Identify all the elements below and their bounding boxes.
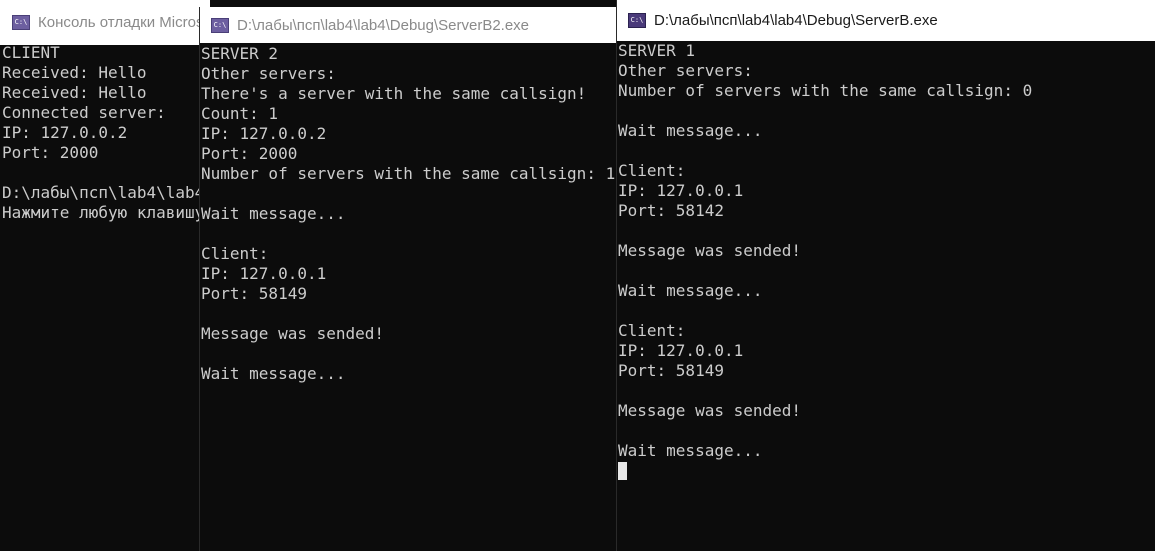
console-line: There's a server with the same callsign! [201, 84, 587, 103]
console-app-icon: C:\ [628, 13, 646, 28]
console-line: Client: [618, 161, 686, 180]
console-line: Connected server: [2, 103, 166, 122]
server1-console-window[interactable]: C:\ D:\лабы\псп\lab4\lab4\Debug\ServerB.… [616, 0, 1155, 551]
console-line: Client: [201, 244, 269, 263]
console-line: Message was sended! [618, 401, 802, 420]
console-line: Нажмите любую клавишу, [2, 203, 210, 222]
console-line: IP: 127.0.0.1 [618, 181, 744, 200]
window-border [616, 0, 617, 551]
console-line: Number of servers with the same callsign… [618, 81, 1033, 100]
console-line: Client: [618, 321, 686, 340]
console-line: Port: 58142 [618, 201, 724, 220]
console-line: Other servers: [201, 64, 336, 83]
console-line: Port: 58149 [201, 284, 307, 303]
server2-titlebar[interactable]: C:\ D:\лабы\псп\lab4\lab4\Debug\ServerB2… [199, 7, 617, 43]
console-line: Wait message... [201, 204, 346, 223]
client-console-window[interactable]: C:\ Консоль отладки Microsoft Visual Stu… [0, 0, 210, 551]
client-window-title: Консоль отладки Microsoft Visual Studio [38, 14, 210, 31]
console-app-icon: C:\ [211, 17, 229, 33]
server1-titlebar[interactable]: C:\ D:\лабы\псп\lab4\lab4\Debug\ServerB.… [616, 0, 1155, 41]
console-line: Wait message... [618, 281, 763, 300]
console-line: Wait message... [201, 364, 346, 383]
console-line: SERVER 1 [618, 41, 696, 60]
console-line: Number of servers with the same callsign… [201, 164, 616, 183]
console-line: IP: 127.0.0.1 [618, 341, 744, 360]
console-line: Message was sended! [618, 241, 802, 260]
client-console-output[interactable]: CLIENT Received: Hello Received: Hello Conn… [2, 43, 210, 551]
client-titlebar[interactable]: C:\ Консоль отладки Microsoft Visual Stu… [0, 0, 210, 45]
console-line: Port: 58149 [618, 361, 724, 380]
console-line: IP: 127.0.0.1 [201, 264, 327, 283]
console-line: SERVER 2 [201, 44, 279, 63]
console-line: Wait message... [618, 121, 763, 140]
console-line: Other servers: [618, 61, 753, 80]
console-line: IP: 127.0.0.2 [2, 123, 128, 142]
server2-window-title: D:\лабы\псп\lab4\lab4\Debug\ServerB2.exe [237, 16, 530, 34]
console-line: Wait message... [618, 441, 763, 460]
window-border [199, 7, 200, 551]
console-app-icon: C:\ [12, 15, 30, 30]
text-cursor [618, 462, 627, 480]
server2-console-window[interactable]: C:\ D:\лабы\псп\lab4\lab4\Debug\ServerB2… [199, 7, 617, 551]
server2-console-output[interactable]: SERVER 2 Other servers: There's a server w… [201, 44, 617, 551]
console-line: Port: 2000 [2, 143, 99, 162]
server1-console-output[interactable]: SERVER 1 Other servers: Number of servers … [618, 41, 1155, 551]
console-line: Received: Hello [2, 63, 147, 82]
console-line: IP: 127.0.0.2 [201, 124, 327, 143]
console-line: CLIENT [2, 43, 60, 62]
console-line: Count: 1 [201, 104, 279, 123]
server1-window-title: D:\лабы\псп\lab4\lab4\Debug\ServerB.exe [654, 12, 938, 29]
console-line: Port: 2000 [201, 144, 298, 163]
console-line: D:\лабы\псп\lab4\lab4\ [2, 183, 210, 202]
console-line: Received: Hello [2, 83, 147, 102]
console-line: Message was sended! [201, 324, 385, 343]
